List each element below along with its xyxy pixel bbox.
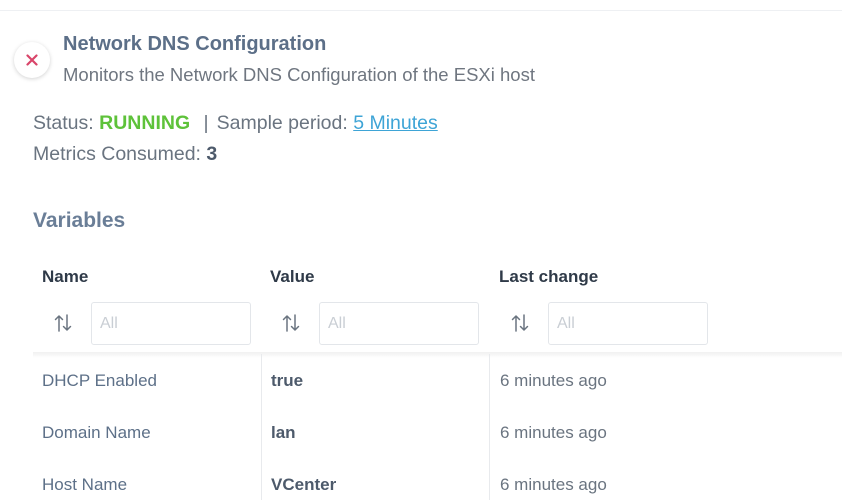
value-filter-input[interactable]	[319, 302, 479, 345]
row-value-cell: VCenter	[271, 475, 337, 494]
top-divider	[0, 10, 842, 11]
last-change-filter-input[interactable]	[548, 302, 708, 345]
status-separator: |	[203, 112, 209, 134]
sort-arrows-icon[interactable]	[510, 312, 530, 334]
sample-period-link[interactable]: 5 Minutes	[353, 112, 438, 134]
row-name-cell: DHCP Enabled	[42, 371, 157, 390]
variables-heading: Variables	[33, 209, 126, 232]
column-divider	[261, 354, 262, 500]
row-last-change-cell: 6 minutes ago	[500, 475, 607, 494]
status-line: Status: RUNNING | Sample period: 5 Minute…	[33, 112, 438, 135]
column-header-last-change[interactable]: Last change	[499, 267, 598, 287]
row-name-cell: Host Name	[42, 475, 128, 494]
row-value-cell: true	[271, 371, 304, 390]
row-name-cell: Domain Name	[42, 423, 151, 442]
panel-title: Network DNS Configuration	[63, 33, 327, 55]
sample-period-label: Sample period:	[216, 112, 348, 134]
column-header-name[interactable]: Name	[42, 267, 88, 287]
panel-subtitle: Monitors the Network DNS Configuration o…	[63, 64, 535, 85]
table-header-shadow	[33, 352, 842, 358]
status-value: RUNNING	[99, 112, 191, 134]
status-label: Status:	[33, 112, 94, 134]
metrics-value: 3	[206, 143, 218, 165]
metrics-label: Metrics Consumed:	[33, 143, 201, 165]
name-filter-input[interactable]	[91, 302, 251, 345]
column-divider	[489, 354, 490, 500]
row-value-cell: lan	[271, 423, 296, 442]
column-header-value[interactable]: Value	[270, 267, 314, 287]
close-icon	[26, 54, 38, 66]
row-last-change-cell: 6 minutes ago	[500, 423, 607, 442]
sort-arrows-icon[interactable]	[281, 312, 301, 334]
sort-arrows-icon[interactable]	[53, 312, 73, 334]
metrics-line: Metrics Consumed: 3	[33, 143, 217, 166]
close-button[interactable]	[14, 42, 50, 78]
row-last-change-cell: 6 minutes ago	[500, 371, 607, 390]
